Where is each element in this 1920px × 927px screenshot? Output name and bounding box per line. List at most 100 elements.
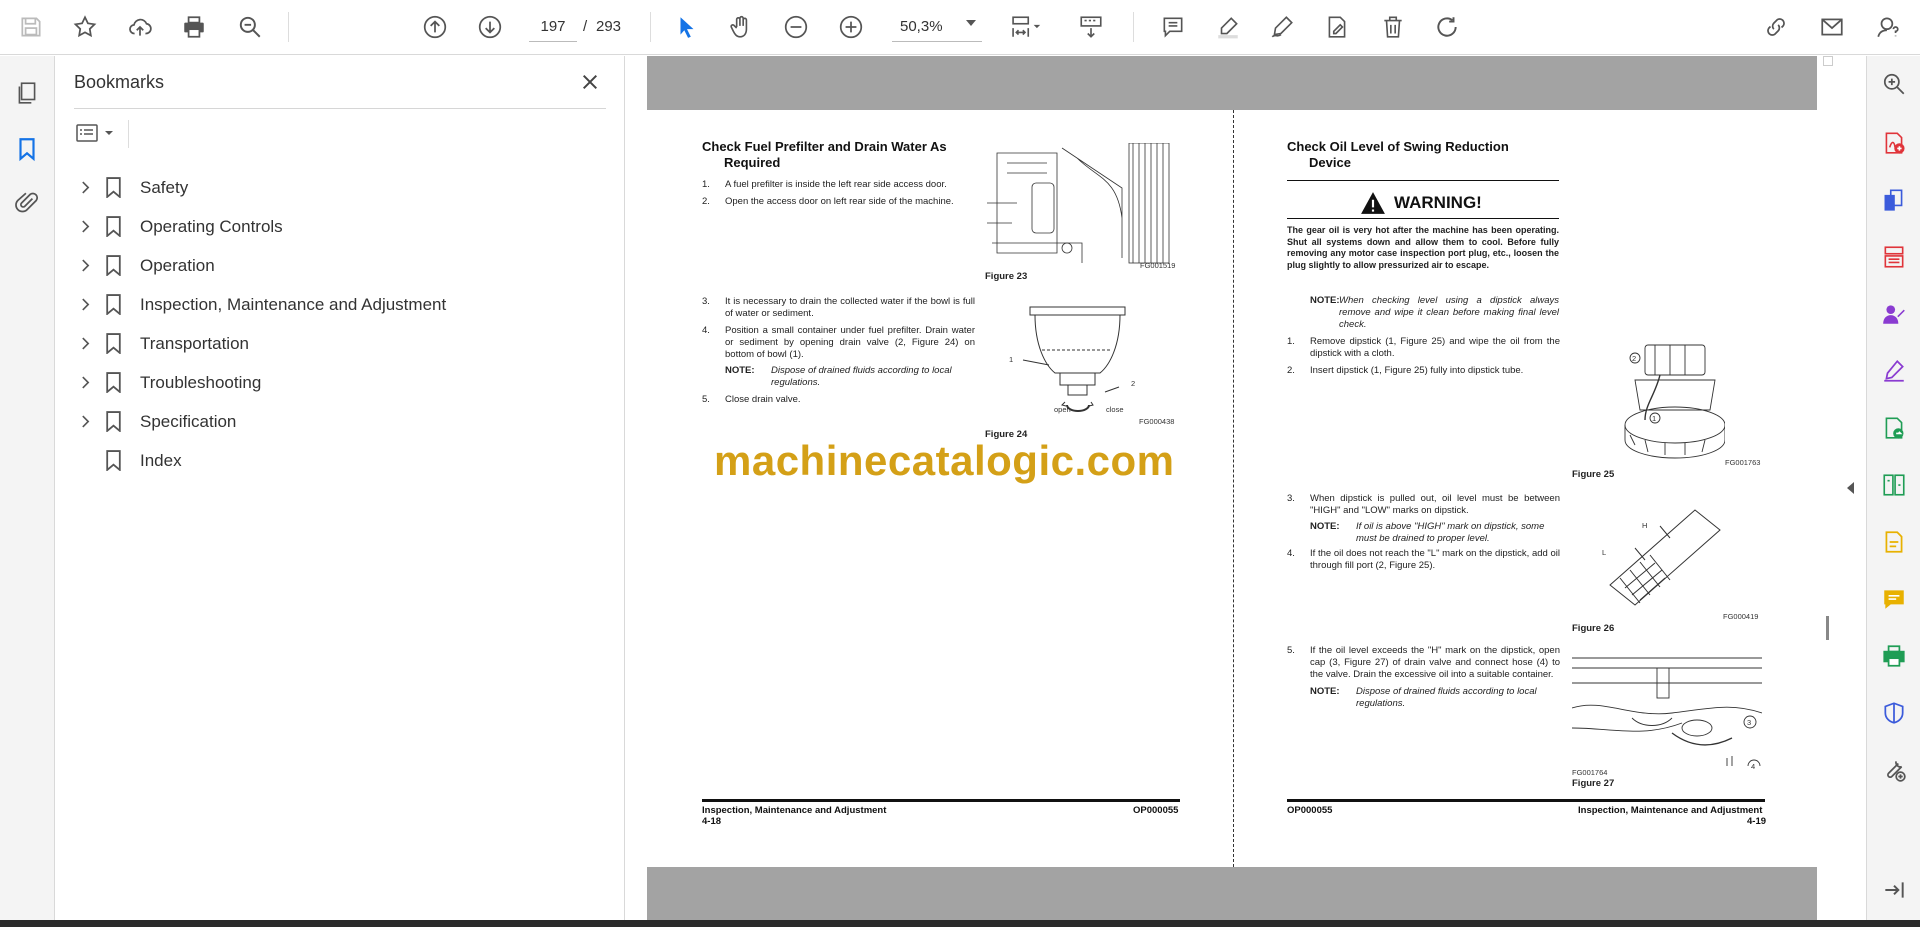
bookmark-item[interactable]: Specification [72, 402, 612, 441]
save-icon[interactable] [14, 10, 48, 44]
figure-26-h-mark: H [1642, 521, 1648, 530]
zoom-out-icon[interactable] [779, 10, 813, 44]
list-options-icon [76, 124, 98, 142]
zoom-search-icon[interactable] [1880, 70, 1908, 98]
bookmark-item[interactable]: Safety [72, 168, 612, 207]
rotate-icon[interactable] [1430, 10, 1464, 44]
step-number: 5. [702, 394, 710, 405]
hand-tool-icon[interactable] [724, 10, 758, 44]
close-icon[interactable] [576, 68, 604, 96]
share-link-icon[interactable] [1759, 10, 1793, 44]
zoom-in-icon[interactable] [834, 10, 868, 44]
create-pdf-icon[interactable] [1880, 129, 1908, 157]
bookmark-item[interactable]: Transportation [72, 324, 612, 363]
previous-page-icon[interactable] [418, 10, 452, 44]
cloud-upload-icon[interactable] [123, 10, 157, 44]
note-label: NOTE: [1310, 295, 1340, 306]
highlight-pen-icon[interactable] [1211, 10, 1245, 44]
email-icon[interactable] [1815, 10, 1849, 44]
step-number: 1. [1287, 336, 1295, 347]
star-icon[interactable] [68, 10, 102, 44]
left-navigation-rail [0, 56, 55, 920]
chevron-right-icon[interactable] [76, 335, 94, 353]
figure-27-callout-3: 3 [1747, 718, 1752, 727]
page-separator: / [583, 18, 588, 35]
organize-pages-icon[interactable] [1880, 243, 1908, 271]
scrollbar-thumb[interactable] [1826, 616, 1829, 640]
step-text: It is necessary to drain the collected w… [725, 296, 975, 319]
step-text: Close drain valve. [725, 394, 801, 405]
taskbar-strip [0, 920, 1920, 927]
chevron-right-icon[interactable] [76, 374, 94, 392]
expand-tools-handle[interactable] [1847, 482, 1854, 494]
chevron-right-icon[interactable] [76, 413, 94, 431]
fill-sign-icon[interactable] [1320, 10, 1354, 44]
figure-24-code: FG000438 [1139, 417, 1175, 426]
account-help-icon[interactable] [1871, 10, 1905, 44]
draw-icon[interactable] [1265, 10, 1299, 44]
step-text: Position a small container under fuel pr… [725, 325, 975, 360]
zoom-level-dropdown[interactable]: 50,3% [892, 12, 982, 42]
step-number: 3. [1287, 493, 1295, 504]
print-icon[interactable] [177, 10, 211, 44]
page-fit-icon[interactable] [1002, 10, 1048, 44]
top-toolbar: / 293 50,3% [0, 0, 1920, 55]
chevron-right-icon [76, 452, 94, 470]
chevron-down-icon [105, 131, 113, 135]
bookmark-item[interactable]: Operating Controls [72, 207, 612, 246]
send-for-review-icon[interactable] [1880, 414, 1908, 442]
protect-shield-icon[interactable] [1880, 699, 1908, 727]
page-thumbnails-icon[interactable] [10, 76, 44, 110]
page-total: 293 [596, 18, 622, 35]
figure-25-caption: Figure 25 [1572, 469, 1615, 480]
export-pdf-icon[interactable] [1880, 186, 1908, 214]
zoom-search-icon[interactable] [233, 10, 267, 44]
heading-line: Device [1309, 155, 1351, 170]
watermark-text: machinecatalogic.com [714, 437, 1175, 484]
heading-line: Check Oil Level of Swing Reduction [1287, 139, 1509, 154]
collapse-rail-icon[interactable] [1880, 876, 1908, 904]
chevron-right-icon[interactable] [76, 218, 94, 236]
warning-text: The gear oil is very hot after the machi… [1287, 225, 1559, 270]
print-production-icon[interactable] [1880, 642, 1908, 670]
figure-23-code: FG001519 [1140, 261, 1176, 270]
compare-files-icon[interactable] [1880, 471, 1908, 499]
more-tools-icon[interactable] [1880, 756, 1908, 784]
comment-icon[interactable] [1156, 10, 1190, 44]
warning-triangle-icon [1361, 192, 1385, 214]
chevron-right-icon[interactable] [76, 179, 94, 197]
comment-tool-icon[interactable] [1880, 585, 1908, 613]
note-text: If oil is above "HIGH" mark on dipstick,… [1356, 521, 1545, 544]
page-gap-top [647, 56, 1817, 110]
bookmark-item[interactable]: Operation [72, 246, 612, 285]
scroll-mode-icon[interactable] [1074, 10, 1108, 44]
note-label: NOTE: [725, 365, 755, 376]
vertical-scrollbar[interactable] [1823, 56, 1833, 920]
left-page-heading: Check Fuel Prefilter and Drain Water As … [702, 139, 982, 171]
select-cursor-icon[interactable] [670, 10, 704, 44]
note-label: NOTE: [1310, 521, 1340, 532]
acrobat-window: / 293 50,3% [0, 0, 1920, 927]
note-label: NOTE: [1310, 686, 1340, 697]
chevron-down-icon [966, 20, 976, 26]
next-page-icon[interactable] [473, 10, 507, 44]
bookmark-item[interactable]: Index [72, 441, 612, 480]
attachments-icon[interactable] [10, 186, 44, 220]
step-text: If the oil does not reach the "L" mark o… [1310, 548, 1560, 571]
chevron-right-icon[interactable] [76, 257, 94, 275]
bookmarks-icon[interactable] [10, 132, 44, 166]
bookmark-icon [106, 294, 122, 316]
delete-trash-icon[interactable] [1376, 10, 1410, 44]
page-number-input[interactable] [529, 12, 577, 42]
edit-pdf-icon[interactable] [1880, 528, 1908, 556]
note-text: When checking level using a dipstick alw… [1339, 295, 1559, 330]
chevron-right-icon[interactable] [76, 296, 94, 314]
request-signature-icon[interactable] [1880, 300, 1908, 328]
bookmark-list: Safety Operating Controls Operation Inspect… [72, 168, 612, 480]
bookmark-icon [106, 333, 122, 355]
fill-sign-icon[interactable] [1880, 357, 1908, 385]
figure-24-image [1005, 302, 1145, 417]
bookmark-options-button[interactable] [74, 118, 124, 148]
bookmark-item[interactable]: Inspection, Maintenance and Adjustment [72, 285, 612, 324]
bookmark-item[interactable]: Troubleshooting [72, 363, 612, 402]
